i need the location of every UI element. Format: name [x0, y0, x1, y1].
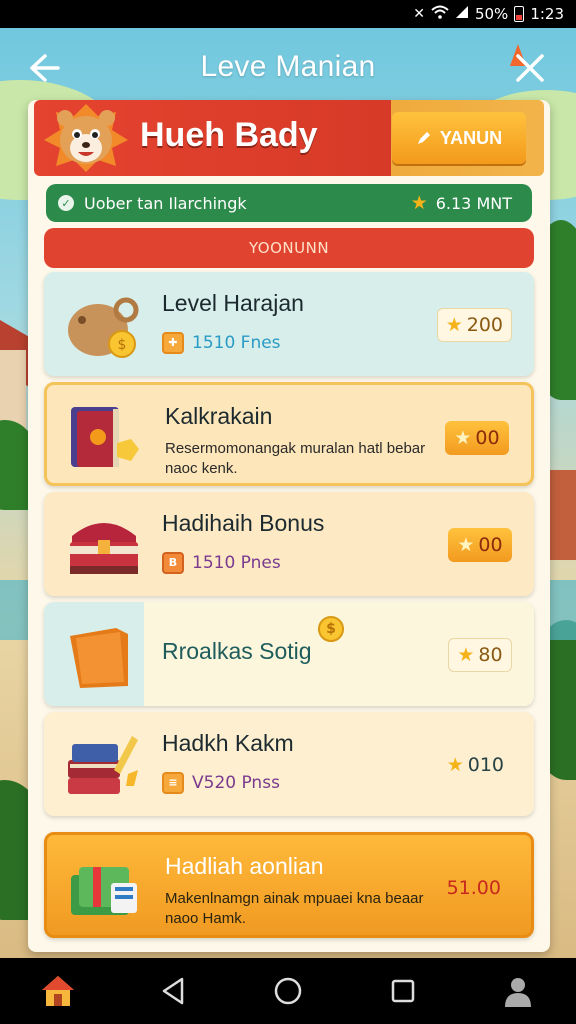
price-value: 010: [467, 754, 504, 776]
checklist-badge-icon: ≡: [162, 772, 184, 794]
info-text: Uober tan Ilarchingk: [84, 193, 247, 213]
close-icon: [516, 54, 544, 82]
list-item-rroalkas-sotig[interactable]: $ Rroalkas Sotig ★ 80: [44, 602, 534, 706]
battery-percent: 50%: [474, 5, 509, 23]
gift-box-icon: [71, 867, 137, 915]
star-icon: ★: [457, 534, 475, 556]
status-bar: ✕ 50% 1:23: [0, 0, 576, 28]
star-icon: ★: [445, 314, 463, 336]
back-button[interactable]: [22, 48, 66, 88]
item-title: Hadihaih Bonus: [162, 510, 325, 536]
recents-button[interactable]: [377, 965, 429, 1017]
hero-title: Hueh Bady: [140, 116, 318, 154]
hero-action-button[interactable]: YANUN: [392, 112, 526, 164]
price-tag[interactable]: ★ 00: [445, 421, 509, 455]
item-subtitle: ≡ V520 Pnss: [162, 772, 280, 794]
treasure-chest-icon: [70, 523, 138, 574]
top-header: Leve Manian: [0, 28, 576, 106]
section-banner: YOONUNN: [44, 228, 534, 268]
price-value: 51.00: [446, 877, 501, 899]
hamster-mascot-icon: [44, 104, 128, 172]
star-icon: ★: [457, 644, 475, 666]
book-icon: [71, 407, 139, 467]
item-sub-text: 1510 Fnes: [192, 333, 281, 353]
page-title: Leve Manian: [200, 50, 376, 83]
price-tag[interactable]: 51.00: [439, 871, 509, 905]
svg-text:$: $: [118, 337, 127, 353]
list-item-level-harajan[interactable]: $ Level Harajan ✚ 1510 Fnes ★ 200: [44, 272, 534, 376]
price-tag[interactable]: ★ 200: [436, 308, 512, 342]
notification-icon: ✕: [413, 6, 425, 22]
back-nav-button[interactable]: [147, 965, 199, 1017]
price-value: 80: [478, 644, 503, 666]
close-button[interactable]: [508, 48, 552, 88]
list-item-kalkrakain[interactable]: Kalkrakain Resermomonangak muralan hatl …: [44, 382, 534, 486]
price-value: 00: [478, 534, 503, 556]
star-icon: ★: [446, 754, 464, 776]
coin-icon: $: [318, 616, 344, 642]
triangle-back-icon: [162, 977, 184, 1005]
b-badge-icon: B: [162, 552, 184, 574]
price-tag[interactable]: ★ 010: [439, 748, 512, 782]
item-title: Hadliah aonlian: [165, 853, 324, 879]
item-title: Hadkh Kakm: [162, 730, 294, 756]
circle-home-icon: [274, 977, 302, 1005]
back-arrow-icon: [30, 54, 60, 82]
books-with-pen-icon: [68, 736, 138, 794]
hero-action-label: YANUN: [439, 127, 503, 148]
star-icon: ★: [454, 427, 472, 449]
battery-icon: [514, 6, 525, 22]
user-icon: [505, 978, 532, 1007]
square-recents-icon: [391, 979, 415, 1003]
orange-folder-icon: [70, 628, 128, 688]
price-tag[interactable]: ★ 80: [448, 638, 512, 672]
info-bar: ✓ Uober tan Ilarchingk ★ 6.13 MNT: [46, 184, 532, 222]
section-banner-label: YOONUNN: [248, 239, 330, 257]
info-value: 6.13 MNT: [435, 193, 512, 213]
profile-button[interactable]: [492, 965, 544, 1017]
home-circle-button[interactable]: [262, 965, 314, 1017]
item-title: Level Harajan: [162, 290, 304, 316]
item-sub-text: 1510 Pnes: [192, 553, 281, 573]
price-value: 200: [466, 314, 503, 336]
item-subtitle: ✚ 1510 Fnes: [162, 332, 281, 354]
list-item-hadihaih-bonus[interactable]: Hadihaih Bonus B 1510 Pnes ★ 00: [44, 492, 534, 596]
price-value: 00: [475, 427, 500, 449]
item-subtitle: B 1510 Pnes: [162, 552, 281, 574]
home-icon: [41, 976, 74, 1006]
clock: 1:23: [530, 5, 564, 23]
bottom-nav-bar: [0, 958, 576, 1024]
item-description: Resermomonangak muralan hatl bebar naoc …: [165, 440, 426, 477]
list-item-hadliah-aonlian[interactable]: Hadliah aonlian Makenlnamgn ainak mpuaei…: [44, 832, 534, 938]
signal-icon: [455, 5, 469, 23]
item-title: Kalkrakain: [165, 403, 273, 429]
star-icon: ★: [410, 192, 428, 214]
check-icon: ✓: [58, 195, 74, 211]
main-panel: Hueh Bady YANUN ✓ Uober tan Ilarchingk ★…: [28, 100, 550, 952]
item-title: Rroalkas Sotig: [162, 638, 312, 664]
item-description: Makenlnamgn ainak mpuaei kna beaar naoo …: [165, 890, 424, 927]
home-button[interactable]: [32, 965, 84, 1017]
pencil-icon: [417, 132, 430, 144]
hero-banner: Hueh Bady YANUN: [34, 100, 544, 176]
puzzle-badge-icon: ✚: [162, 332, 184, 354]
wifi-icon: [431, 5, 449, 23]
item-sub-text: V520 Pnss: [192, 773, 280, 793]
list-item-hadkh-kakm[interactable]: Hadkh Kakm ≡ V520 Pnss ★ 010: [44, 712, 534, 816]
price-tag[interactable]: ★ 00: [448, 528, 512, 562]
money-bag-icon: $: [68, 297, 139, 358]
